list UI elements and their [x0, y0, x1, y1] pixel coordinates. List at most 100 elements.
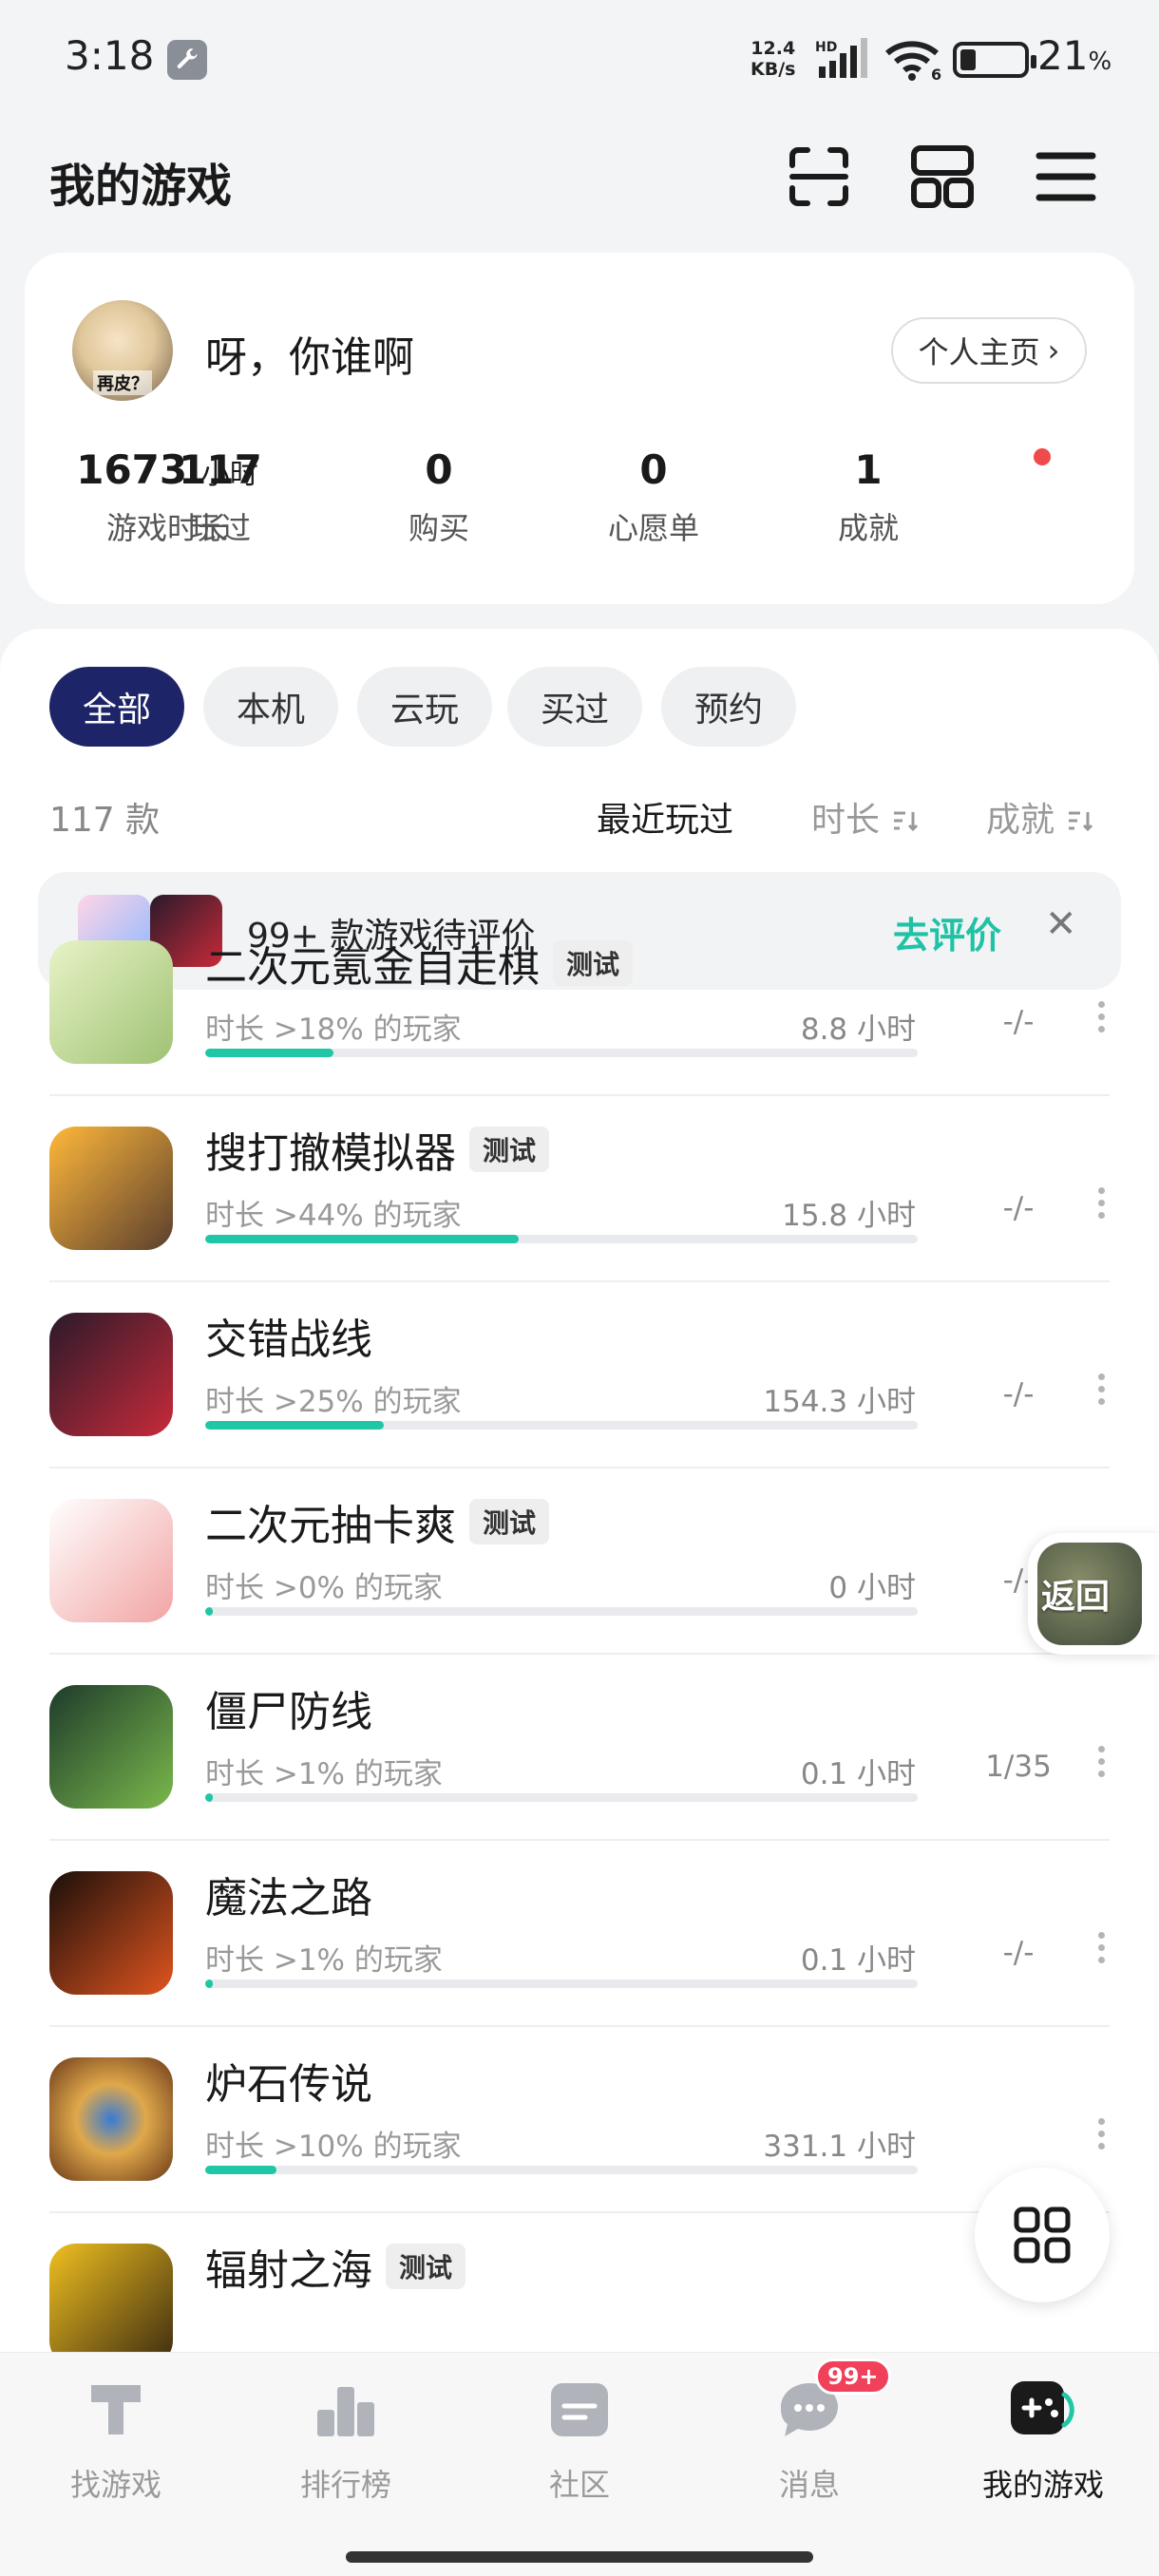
more-icon[interactable] [1098, 2118, 1108, 2155]
play-time-bar [205, 1235, 918, 1243]
sort-recent[interactable]: 最近玩过 [597, 792, 733, 842]
game-icon[interactable] [49, 1127, 173, 1250]
game-icon[interactable] [49, 2244, 173, 2358]
game-row[interactable]: 二次元氪金自走棋 测试 时长 >18% 的玩家 8.8 小时 -/- [49, 910, 1110, 1096]
achievement-progress: -/- [1002, 1377, 1035, 1411]
wifi-icon: 6 [885, 41, 941, 82]
more-icon[interactable] [1098, 1187, 1108, 1224]
game-row[interactable]: 炉石传说 时长 >10% 的玩家 331.1 小时 [49, 2027, 1110, 2213]
play-time-fill [205, 1049, 333, 1057]
page-title: 我的游戏 [49, 160, 233, 213]
play-time-bar [205, 1607, 918, 1616]
stat-played[interactable]: 117 玩过 [125, 446, 315, 548]
game-row[interactable]: 僵尸防线 时长 >1% 的玩家 0.1 小时 1/35 [49, 1655, 1110, 1841]
play-hours: 0.1 小时 [800, 1943, 916, 1978]
avatar-tag: 再皮？ [93, 370, 152, 395]
scan-icon[interactable] [785, 142, 853, 211]
my-games-icon [1005, 2372, 1081, 2448]
game-name: 辐射之海 测试 [205, 2236, 466, 2297]
stat-wishlist[interactable]: 0 心愿单 [559, 446, 749, 548]
filter-reserved[interactable]: 预约 [661, 667, 796, 747]
play-time-percentile: 时长 >25% 的玩家 [205, 1385, 462, 1419]
game-name: 二次元氪金自走棋 测试 [205, 933, 634, 994]
filter-cloud[interactable]: 云玩 [357, 667, 492, 747]
return-button[interactable]: 返回 [1028, 1533, 1159, 1655]
sort-duration[interactable]: 时长 [811, 792, 919, 842]
game-icon[interactable] [49, 940, 173, 1064]
cellular-signal-icon: HD [815, 38, 867, 78]
more-icon[interactable] [1098, 1001, 1108, 1038]
play-time-bar [205, 1979, 918, 1988]
test-badge: 测试 [469, 1127, 550, 1172]
achievement-progress: -/- [1002, 1936, 1035, 1970]
nav-messages[interactable]: 99+ 消息 [714, 2358, 904, 2505]
avatar[interactable]: 再皮？ [72, 300, 173, 401]
play-time-percentile: 时长 >10% 的玩家 [205, 2130, 462, 2164]
filter-all[interactable]: 全部 [49, 667, 184, 747]
battery-percent: 21% [1037, 32, 1112, 79]
filter-purchased[interactable]: 买过 [507, 667, 642, 747]
game-icon[interactable] [49, 1499, 173, 1622]
wrench-icon [167, 40, 207, 80]
svg-text:6: 6 [931, 66, 941, 82]
nav-my-games[interactable]: 我的游戏 [948, 2372, 1138, 2505]
play-hours: 0 小时 [828, 1571, 916, 1605]
play-time-percentile: 时长 >44% 的玩家 [205, 1199, 462, 1233]
game-icon[interactable] [49, 1685, 173, 1809]
game-name: 交错战线 [205, 1316, 372, 1364]
game-row[interactable]: 魔法之路 时长 >1% 的玩家 0.1 小时 -/- [49, 1841, 1110, 2027]
game-row[interactable]: 二次元抽卡爽 测试 时长 >0% 的玩家 0 小时 -/- [49, 1468, 1110, 1655]
game-row[interactable]: 辐射之海 测试 [49, 2213, 1110, 2358]
more-icon[interactable] [1098, 1373, 1108, 1411]
play-time-fill [205, 2166, 276, 2174]
more-icon[interactable] [1098, 1746, 1108, 1783]
game-name: 二次元抽卡爽 测试 [205, 1491, 550, 1552]
return-label: 返回 [1041, 1578, 1111, 1617]
stat-achievements[interactable]: 1 成就 [773, 446, 963, 548]
play-time-fill [205, 1607, 213, 1616]
play-time-bar [205, 1049, 918, 1057]
home-indicator[interactable] [346, 2551, 813, 2563]
achievement-progress: 1/35 [985, 1750, 1052, 1784]
message-badge: 99+ [815, 2358, 891, 2395]
nav-find-game[interactable]: 找游戏 [21, 2372, 211, 2505]
menu-icon[interactable] [1032, 142, 1100, 211]
game-icon[interactable] [49, 2057, 173, 2181]
game-icon[interactable] [49, 1871, 173, 1995]
message-icon: 99+ [771, 2358, 891, 2448]
play-time-bar [205, 1793, 918, 1802]
sort-achievement[interactable]: 成就 [986, 792, 1093, 842]
game-count: 117 款 [49, 801, 161, 840]
quick-grid-button[interactable] [975, 2168, 1110, 2302]
test-badge: 测试 [469, 1499, 550, 1544]
play-hours: 15.8 小时 [782, 1199, 916, 1233]
nav-ranking[interactable]: 排行榜 [251, 2372, 441, 2505]
game-icon[interactable] [49, 1313, 173, 1436]
test-badge: 测试 [386, 2244, 466, 2289]
user-nickname: 呀，你谁啊 [205, 333, 414, 382]
layout-grid-icon[interactable] [908, 142, 977, 211]
filter-local[interactable]: 本机 [203, 667, 338, 747]
play-time-percentile: 时长 >0% 的玩家 [205, 1571, 443, 1605]
play-time-bar [205, 2166, 918, 2174]
achievement-notify-dot [1034, 448, 1051, 465]
nav-community[interactable]: 社区 [484, 2372, 674, 2505]
find-game-icon [78, 2372, 154, 2448]
profile-card: 再皮？ 呀，你谁啊 个人主页 › 1673 小时 游戏时长 117 玩过 0 购… [25, 253, 1134, 604]
game-name: 魔法之路 [205, 1874, 372, 1923]
personal-homepage-label: 个人主页 [918, 334, 1040, 370]
stat-purchased[interactable]: 0 购买 [344, 446, 534, 548]
sort-icon [1069, 811, 1093, 832]
personal-homepage-button[interactable]: 个人主页 › [891, 317, 1087, 384]
chevron-right-icon: › [1047, 332, 1060, 369]
status-bar: 3:18 12.4 KB/s HD 6 21% [0, 0, 1159, 114]
network-speed: 12.4 KB/s [750, 38, 796, 80]
play-time-fill [205, 1235, 519, 1243]
more-icon[interactable] [1098, 1932, 1108, 1969]
play-hours: 8.8 小时 [800, 1013, 916, 1047]
achievement-progress: -/- [1002, 1191, 1035, 1225]
game-row[interactable]: 交错战线 时长 >25% 的玩家 154.3 小时 -/- [49, 1282, 1110, 1468]
game-name: 搜打撤模拟器 测试 [205, 1119, 550, 1180]
game-row[interactable]: 搜打撤模拟器 测试时长 >44% 的玩家 15.8 小时 -/- [49, 1096, 1110, 1282]
play-time-percentile: 时长 >18% 的玩家 [205, 1013, 462, 1047]
